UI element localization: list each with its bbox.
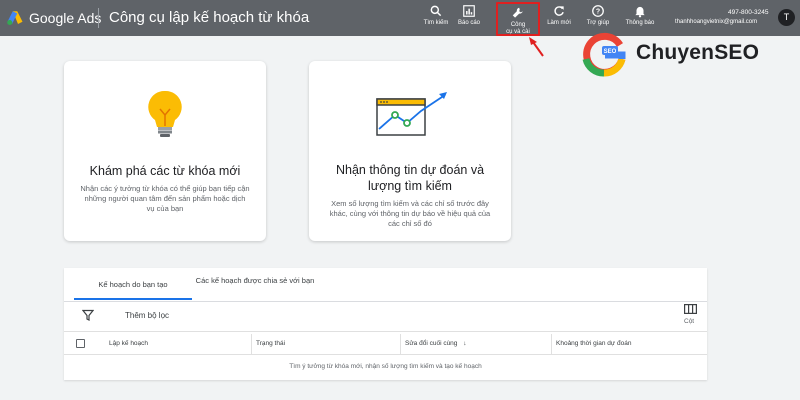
tab-my-plans[interactable]: Kế hoạch do bạn tạo [74,268,192,300]
forecast-card[interactable]: Nhận thông tin dự đoán và lượng tìm kiếm… [309,61,511,241]
sort-desc-icon[interactable]: ↓ [463,340,466,347]
top-bar: Google Ads Công cụ lập kế hoạch từ khóa … [0,0,800,36]
chart-icon [463,5,475,17]
refresh-icon [554,6,564,16]
google-ads-logo-icon[interactable] [6,9,24,27]
bell-icon [635,6,645,18]
column-status[interactable]: Trạng thái [256,340,285,347]
help-icon: ? [592,5,604,17]
tool-reports-label: Báo cáo [457,20,481,26]
chuyenseo-logo-icon: SEO [582,32,626,77]
forecast-card-title: Nhận thông tin dự đoán và lượng tìm kiếm [335,163,485,193]
forecast-card-description: Xem số lượng tìm kiếm và các chỉ số trướ… [329,199,491,228]
wrench-icon [512,7,523,18]
tool-notifications-label: Thông báo [625,20,655,26]
column-plan[interactable]: Lập kế hoạch [109,340,148,347]
columns-button-label[interactable]: Cột [684,318,694,325]
tool-reports[interactable]: Báo cáo [449,4,489,27]
column-separator [251,334,252,354]
column-forecast-period[interactable]: Khoảng thời gian dự đoán [556,340,631,347]
discover-keywords-card[interactable]: Khám phá các từ khóa mới Nhận các ý tưởn… [64,61,266,241]
tool-refresh[interactable]: Làm mới [539,4,579,27]
trend-chart-icon [376,92,447,136]
discover-card-description: Nhận các ý tưởng từ khóa có thể giúp bạn… [80,184,250,213]
tool-help[interactable]: ? Trợ giúp [578,4,618,27]
svg-text:?: ? [596,9,600,16]
tool-refresh-label: Làm mới [547,20,571,26]
filter-icon[interactable] [82,309,94,321]
title-divider [98,8,99,28]
columns-icon[interactable] [684,304,697,314]
brand-name[interactable]: Google Ads [29,10,101,26]
tab-shared-plans[interactable]: Các kế hoạch được chia sẻ với bạn [194,268,316,300]
avatar[interactable]: T [778,9,795,26]
logo-badge-text: SEO [604,49,617,55]
empty-table-message: Tìm ý tưởng từ khóa mới, nhận số lượng t… [289,363,482,370]
lightbulb-icon [148,90,182,137]
add-filter-button[interactable]: Thêm bộ lọc [125,311,169,320]
search-icon [430,5,442,17]
discover-card-title: Khám phá các từ khóa mới [89,164,241,178]
tool-notifications[interactable]: Thông báo [620,4,660,27]
plans-panel: Kế hoạch do bạn tạo Các kế hoạch được ch… [64,268,707,380]
tool-help-label: Trợ giúp [586,20,610,26]
account-email[interactable]: thanhhoangvietnix@gmail.com [675,19,757,25]
select-all-checkbox[interactable] [76,339,85,348]
column-separator [551,334,552,354]
watermark-text: ChuyenSEO [636,41,760,64]
red-arrow-icon [529,37,544,57]
tool-tools-label: Công cụ và cài [506,22,530,35]
tabs-divider [64,301,707,302]
column-last-modified[interactable]: Sửa đổi cuối cùng ↓ [405,340,466,347]
table-header-row: Lập kế hoạch Trạng thái Sửa đổi cuối cùn… [64,331,707,355]
tool-tools-settings[interactable]: Công cụ và cài [496,2,540,36]
column-last-modified-label: Sửa đổi cuối cùng [405,340,458,347]
page-title: Công cụ lập kế hoạch từ khóa [109,9,310,26]
account-id[interactable]: 497-800-3245 [728,9,768,16]
column-separator [400,334,401,354]
